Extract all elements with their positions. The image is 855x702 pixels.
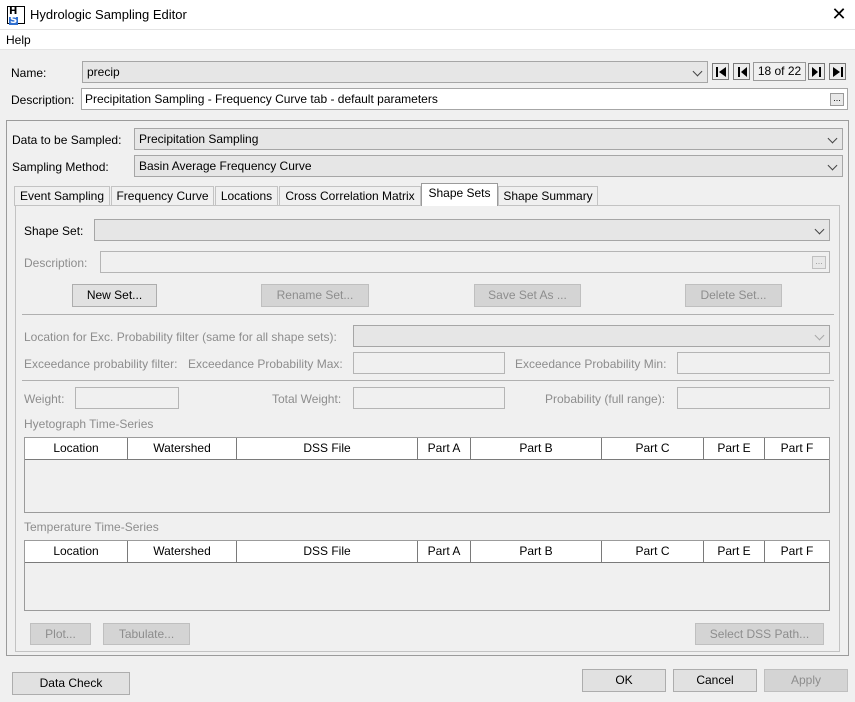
column-header[interactable]: Part B (471, 438, 602, 459)
column-header[interactable]: Part B (471, 541, 602, 562)
separator (22, 380, 834, 381)
column-header[interactable]: Part C (602, 541, 704, 562)
tab-cross-correlation-matrix[interactable]: Cross Correlation Matrix (279, 186, 421, 206)
data-sampled-value: Precipitation Sampling (139, 132, 259, 146)
data-check-button[interactable]: Data Check (12, 672, 130, 695)
column-header[interactable]: Part C (602, 438, 704, 459)
chevron-down-icon (815, 224, 825, 236)
exceedance-max-label: Exceedance Probability Max: (188, 357, 343, 371)
menu-help[interactable]: Help (6, 33, 31, 47)
weight-label: Weight: (24, 392, 65, 406)
column-header[interactable]: Part A (418, 438, 471, 459)
name-value: precip (87, 65, 120, 79)
name-label: Name: (11, 66, 47, 80)
menu-bar: Help (0, 30, 855, 50)
description-value: Precipitation Sampling - Frequency Curve… (85, 92, 438, 106)
cancel-button[interactable]: Cancel (673, 669, 757, 692)
column-header[interactable]: Part F (765, 438, 829, 459)
shape-description-edit-button[interactable]: ... (812, 256, 826, 269)
column-header[interactable]: DSS File (237, 541, 418, 562)
column-header[interactable]: Part A (418, 541, 471, 562)
sampling-method-combo[interactable]: Basin Average Frequency Curve (134, 155, 843, 177)
column-header[interactable]: Watershed (128, 438, 237, 459)
column-header[interactable]: DSS File (237, 438, 418, 459)
hyetograph-title: Hyetograph Time-Series (24, 417, 154, 431)
step-forward-icon (812, 67, 821, 77)
plot-button[interactable]: Plot... (30, 623, 91, 645)
name-combo[interactable]: precip (82, 61, 708, 83)
description-label: Description: (11, 93, 75, 107)
table-header: Location Watershed DSS File Part A Part … (25, 541, 829, 563)
close-icon[interactable]: ✕ (827, 3, 851, 25)
chevron-down-icon (828, 133, 838, 145)
skip-first-icon (716, 67, 726, 77)
sampling-method-value: Basin Average Frequency Curve (139, 159, 312, 173)
app-icon: HS (7, 6, 25, 26)
tab-event-sampling[interactable]: Event Sampling (14, 186, 110, 206)
delete-set-button[interactable]: Delete Set... (685, 284, 782, 307)
save-set-as-button[interactable]: Save Set As ... (474, 284, 581, 307)
description-field[interactable]: Precipitation Sampling - Frequency Curve… (81, 88, 848, 110)
rename-set-button[interactable]: Rename Set... (261, 284, 369, 307)
chevron-down-icon (693, 66, 703, 78)
probability-label: Probability (full range): (545, 392, 666, 406)
temperature-table[interactable]: Location Watershed DSS File Part A Part … (24, 540, 830, 611)
shape-description-label: Description: (24, 256, 88, 270)
data-sampled-label: Data to be Sampled: (12, 133, 122, 147)
tab-shape-sets[interactable]: Shape Sets (421, 183, 498, 206)
exceedance-min-field[interactable] (677, 352, 830, 374)
location-filter-label: Location for Exc. Probability filter (sa… (24, 330, 337, 344)
probability-field[interactable] (677, 387, 830, 409)
chevron-down-icon (815, 330, 825, 342)
shape-set-combo[interactable] (94, 219, 830, 241)
description-edit-button[interactable]: ... (830, 93, 844, 106)
weight-field[interactable] (75, 387, 179, 409)
exceedance-filter-label: Exceedance probability filter: (24, 357, 178, 371)
ok-button[interactable]: OK (582, 669, 666, 692)
skip-last-icon (833, 67, 843, 77)
total-weight-label: Total Weight: (272, 392, 342, 406)
data-sampled-combo[interactable]: Precipitation Sampling (134, 128, 843, 150)
last-record-button[interactable] (829, 63, 846, 80)
previous-record-button[interactable] (733, 63, 750, 80)
shape-description-field[interactable]: ... (100, 251, 830, 273)
new-set-button[interactable]: New Set... (72, 284, 157, 307)
location-filter-combo[interactable] (353, 325, 830, 347)
tabulate-button[interactable]: Tabulate... (103, 623, 190, 645)
window-title: Hydrologic Sampling Editor (30, 7, 187, 22)
first-record-button[interactable] (712, 63, 729, 80)
table-header: Location Watershed DSS File Part A Part … (25, 438, 829, 460)
tab-shape-summary[interactable]: Shape Summary (498, 186, 598, 206)
step-back-icon (738, 67, 747, 77)
title-bar: HS Hydrologic Sampling Editor ✕ (0, 0, 855, 30)
apply-button[interactable]: Apply (764, 669, 848, 692)
tab-locations[interactable]: Locations (215, 186, 278, 206)
record-counter: 18 of 22 (753, 62, 806, 81)
chevron-down-icon (828, 160, 838, 172)
column-header[interactable]: Part E (704, 541, 765, 562)
select-dss-path-button[interactable]: Select DSS Path... (695, 623, 824, 645)
column-header[interactable]: Location (25, 541, 128, 562)
shape-set-label: Shape Set: (24, 224, 84, 238)
next-record-button[interactable] (808, 63, 825, 80)
column-header[interactable]: Part E (704, 438, 765, 459)
separator (22, 314, 834, 315)
hyetograph-table[interactable]: Location Watershed DSS File Part A Part … (24, 437, 830, 513)
temperature-title: Temperature Time-Series (24, 520, 159, 534)
exceedance-max-field[interactable] (353, 352, 505, 374)
column-header[interactable]: Part F (765, 541, 829, 562)
column-header[interactable]: Watershed (128, 541, 237, 562)
exceedance-min-label: Exceedance Probability Min: (515, 357, 667, 371)
column-header[interactable]: Location (25, 438, 128, 459)
total-weight-field[interactable] (353, 387, 505, 409)
sampling-method-label: Sampling Method: (12, 160, 109, 174)
tab-frequency-curve[interactable]: Frequency Curve (111, 186, 214, 206)
